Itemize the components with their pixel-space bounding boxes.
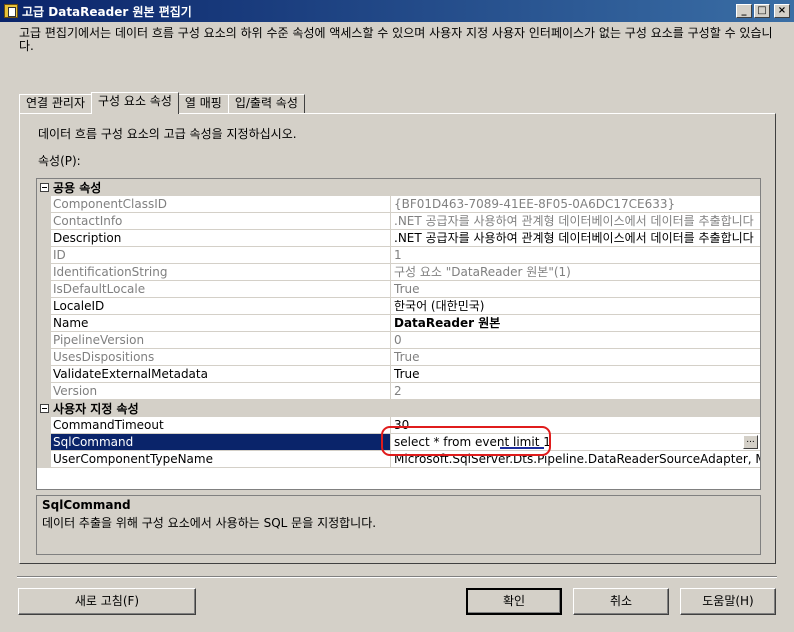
divider (17, 576, 777, 578)
minimize-button[interactable]: _ (736, 4, 752, 18)
property-value[interactable]: 0 (391, 332, 760, 349)
property-value[interactable]: True (391, 349, 760, 366)
title-bar: 고급 DataReader 원본 편집기 _ □ × (0, 0, 794, 22)
tab-column-mappings[interactable]: 열 매핑 (177, 94, 229, 113)
cancel-button[interactable]: 취소 (573, 588, 669, 615)
property-value[interactable]: .NET 공급자를 사용하여 관계형 데이터베이스에서 데이터를 추출합니다 (391, 230, 760, 247)
help-text: 데이터 추출을 위해 구성 요소에서 사용하는 SQL 문을 지정합니다. (42, 516, 377, 530)
collapse-icon[interactable] (40, 404, 49, 413)
dialog-description: 고급 편집기에서는 데이터 흐름 구성 요소의 하위 수준 속성에 액세스할 수… (19, 26, 773, 53)
property-name: UserComponentTypeName (51, 451, 391, 468)
refresh-button[interactable]: 새로 고침(F) (18, 588, 196, 615)
property-name: Name (51, 315, 391, 332)
property-help-box: SqlCommand 데이터 추출을 위해 구성 요소에서 사용하는 SQL 문… (36, 495, 761, 555)
property-name: IsDefaultLocale (51, 281, 391, 298)
app-icon (4, 4, 18, 18)
category-common-properties[interactable]: 공용 속성 (37, 179, 760, 196)
property-name: Version (51, 383, 391, 400)
ok-button[interactable]: 확인 (466, 588, 562, 615)
category-label: 공용 속성 (53, 181, 102, 195)
property-name: SqlCommand (51, 434, 391, 451)
property-value[interactable]: True (391, 366, 760, 383)
property-name: ID (51, 247, 391, 264)
property-name: Description (51, 230, 391, 247)
property-row[interactable]: CommandTimeout 30 (37, 417, 760, 434)
tab-component-properties[interactable]: 구성 요소 속성 (91, 92, 179, 114)
property-value[interactable]: 30 (391, 417, 760, 434)
property-name: PipelineVersion (51, 332, 391, 349)
tab-strip: 연결 관리자 구성 요소 속성 열 매핑 입/출력 속성 (19, 92, 305, 114)
help-title: SqlCommand (42, 498, 131, 512)
property-value[interactable]: select * from event limit 1 (394, 435, 551, 449)
property-row[interactable]: LocaleID 한국어 (대한민국) (37, 298, 760, 315)
property-row[interactable]: IdentificationString 구성 요소 "DataReader 원… (37, 264, 760, 281)
property-row[interactable]: Description .NET 공급자를 사용하여 관계형 데이터베이스에서 … (37, 230, 760, 247)
maximize-button[interactable]: □ (754, 4, 770, 18)
property-row[interactable]: IsDefaultLocale True (37, 281, 760, 298)
property-value[interactable]: Microsoft.SqlServer.Dts.Pipeline.DataRea… (391, 451, 760, 468)
window-title: 고급 DataReader 원본 편집기 (22, 4, 192, 19)
property-name: ComponentClassID (51, 196, 391, 213)
tab-connection-manager[interactable]: 연결 관리자 (19, 94, 93, 113)
property-name: ValidateExternalMetadata (51, 366, 391, 383)
property-value[interactable]: 1 (391, 247, 760, 264)
property-row[interactable]: Name DataReader 원본 (37, 315, 760, 332)
property-value[interactable]: 2 (391, 383, 760, 400)
property-row[interactable]: UsesDispositions True (37, 349, 760, 366)
property-name: ContactInfo (51, 213, 391, 230)
collapse-icon[interactable] (40, 183, 49, 192)
property-row[interactable]: UserComponentTypeName Microsoft.SqlServe… (37, 451, 760, 468)
property-row[interactable]: PipelineVersion 0 (37, 332, 760, 349)
property-row[interactable]: Version 2 (37, 383, 760, 400)
property-row[interactable]: ValidateExternalMetadata True (37, 366, 760, 383)
properties-label: 속성(P): (38, 154, 81, 168)
property-value[interactable]: {BF01D463-7089-41EE-8F05-0A6DC17CE633} (391, 196, 760, 213)
help-button[interactable]: 도움말(H) (680, 588, 776, 615)
property-value[interactable]: .NET 공급자를 사용하여 관계형 데이터베이스에서 데이터를 추출합니다 (391, 213, 760, 230)
property-row[interactable]: ContactInfo .NET 공급자를 사용하여 관계형 데이터베이스에서 … (37, 213, 760, 230)
property-value[interactable]: 구성 요소 "DataReader 원본"(1) (391, 264, 760, 281)
property-value[interactable]: DataReader 원본 (391, 315, 760, 332)
property-value[interactable]: True (391, 281, 760, 298)
sqlcommand-value-cell[interactable]: select * from event limit 1 ... (391, 434, 760, 451)
property-row[interactable]: ComponentClassID {BF01D463-7089-41EE-8F0… (37, 196, 760, 213)
property-row[interactable]: ID 1 (37, 247, 760, 264)
category-custom-properties[interactable]: 사용자 지정 속성 (37, 400, 760, 417)
property-name: LocaleID (51, 298, 391, 315)
ellipsis-button[interactable]: ... (743, 435, 758, 449)
property-name: IdentificationString (51, 264, 391, 281)
property-value[interactable]: 한국어 (대한민국) (391, 298, 760, 315)
property-grid[interactable]: 공용 속성 ComponentClassID {BF01D463-7089-41… (36, 178, 761, 490)
tab-input-output-properties[interactable]: 입/출력 속성 (227, 94, 305, 113)
panel-instruction: 데이터 흐름 구성 요소의 고급 속성을 지정하십시오. (38, 127, 297, 141)
property-name: UsesDispositions (51, 349, 391, 366)
category-label: 사용자 지정 속성 (53, 402, 139, 416)
close-button[interactable]: × (774, 4, 790, 18)
property-name: CommandTimeout (51, 417, 391, 434)
property-row-selected[interactable]: SqlCommand select * from event limit 1 .… (37, 434, 760, 451)
